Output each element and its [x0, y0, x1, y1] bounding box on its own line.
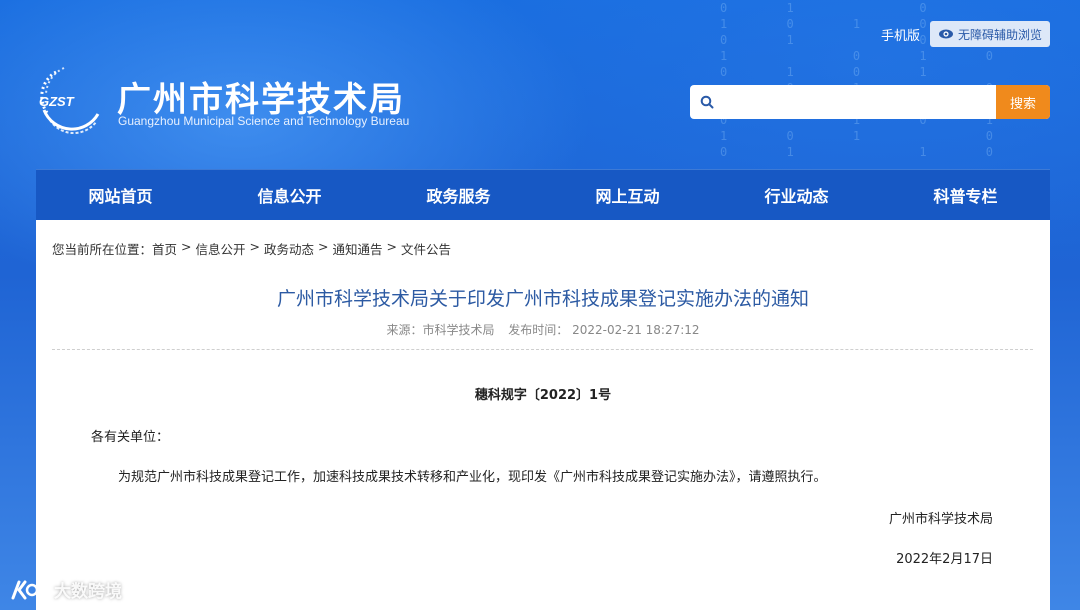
breadcrumb-prefix: 您当前所在位置：	[52, 242, 153, 257]
breadcrumb-item-home[interactable]: 首页	[152, 239, 177, 258]
breadcrumb-separator: >	[181, 239, 192, 254]
watermark: 大数跨境	[10, 577, 122, 602]
nav-item-online-interaction[interactable]: 网上互动	[543, 170, 712, 220]
breadcrumb-item-gov-news[interactable]: 政务动态	[264, 239, 314, 258]
search-input[interactable]	[724, 85, 996, 119]
breadcrumb-item-documents[interactable]: 文件公告	[401, 239, 451, 258]
breadcrumb: 您当前所在位置： 首页 > 信息公开 > 政务动态 > 通知通告 > 文件公告	[52, 239, 451, 258]
article-source: 来源：市科学技术局	[386, 323, 495, 337]
divider	[52, 349, 1033, 350]
gzst-logo-icon[interactable]: GZST	[36, 64, 106, 134]
salutation: 各有关单位：	[91, 430, 170, 445]
watermark-text: 大数跨境	[54, 582, 122, 602]
watermark-logo-icon	[11, 580, 50, 599]
issue-date: 2022年2月17日	[896, 552, 993, 567]
nav-item-government-services[interactable]: 政务服务	[374, 170, 543, 220]
signature: 广州市科学技术局	[888, 512, 993, 527]
document-number: 穗科规字〔2022〕1号	[474, 388, 612, 403]
breadcrumb-item-notices[interactable]: 通知通告	[333, 239, 383, 258]
article-title: 广州市科学技术局关于印发广州市科技成果登记实施办法的通知	[276, 288, 809, 310]
site-subtitle: Guangzhou Municipal Science and Technolo…	[118, 114, 410, 128]
article-meta: 来源：市科学技术局 发布时间： 2022-02-21 18:27:12	[36, 321, 1050, 338]
search-button[interactable]: 搜索	[996, 85, 1050, 119]
breadcrumb-separator: >	[318, 239, 329, 254]
search-icon	[690, 85, 724, 119]
mobile-version-link[interactable]: 手机版	[881, 25, 920, 44]
breadcrumb-separator: >	[386, 239, 398, 254]
top-links: 手机版 无障碍辅助浏览	[881, 21, 1051, 47]
content-panel: 您当前所在位置： 首页 > 信息公开 > 政务动态 > 通知通告 > 文件公告 …	[36, 220, 1050, 610]
breadcrumb-separator: >	[249, 239, 261, 254]
search-box: 搜索	[690, 85, 1050, 119]
nav-item-info-disclosure[interactable]: 信息公开	[205, 170, 374, 220]
eye-icon	[939, 29, 954, 39]
article-published-time: 发布时间： 2022-02-21 18:27:12	[508, 323, 700, 337]
breadcrumb-item-info[interactable]: 信息公开	[196, 239, 246, 258]
nav-item-industry-news[interactable]: 行业动态	[712, 170, 881, 220]
accessibility-label: 无障碍辅助浏览	[958, 27, 1043, 42]
main-nav: 网站首页 信息公开 政务服务 网上互动 行业动态 科普专栏	[36, 169, 1050, 220]
accessibility-button[interactable]: 无障碍辅助浏览	[930, 21, 1051, 47]
svg-text:GZST: GZST	[39, 94, 75, 109]
nav-item-science-column[interactable]: 科普专栏	[881, 170, 1050, 220]
nav-item-home[interactable]: 网站首页	[36, 170, 205, 220]
article-body: 为规范广州市科技成果登记工作，加速科技成果技术转移和产业化，现印发《广州市科技成…	[118, 470, 827, 485]
